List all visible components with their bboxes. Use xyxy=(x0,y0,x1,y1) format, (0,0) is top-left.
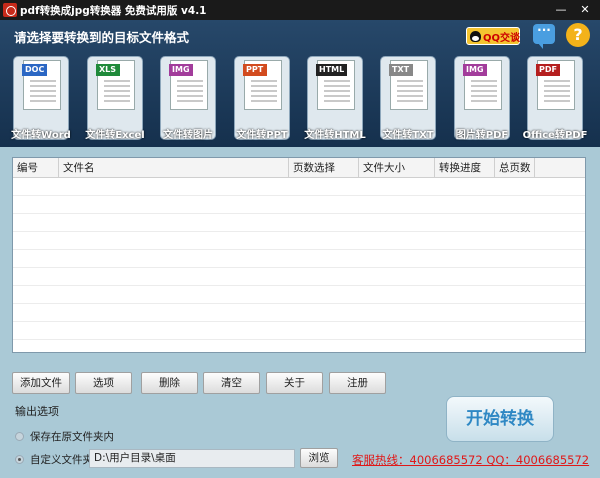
help-icon[interactable]: ? xyxy=(566,23,590,47)
format-tile-word[interactable]: DOC 文件转Word xyxy=(11,56,71,141)
format-tile-ppt[interactable]: PPT 文件转PPT xyxy=(234,56,290,141)
ppt-doc-icon: PPT xyxy=(243,60,282,110)
image-doc-icon: IMG xyxy=(169,60,208,110)
format-tile-image-to-pdf[interactable]: IMG 图片转PDF xyxy=(454,56,510,141)
format-tile-label: 图片转PDF xyxy=(455,130,509,141)
format-tile-label: 文件转PPT xyxy=(236,130,288,141)
start-convert-button[interactable]: 开始转换 xyxy=(446,396,554,442)
format-tile-label: Office转PDF xyxy=(522,130,588,141)
file-list-rows xyxy=(13,178,585,352)
app-logo-icon xyxy=(3,3,17,17)
support-hotline-link[interactable]: 客服热线：4006685572 QQ：4006685572 xyxy=(352,452,589,468)
options-button[interactable]: 选项 xyxy=(75,372,132,394)
register-button[interactable]: 注册 xyxy=(329,372,386,394)
format-heading: 请选择要转换到的目标文件格式 xyxy=(14,30,190,45)
format-tile-label: 文件转Excel xyxy=(85,130,145,141)
title-bar: pdf转换成jpg转换器 免费试用版 v4.1 — ✕ xyxy=(0,0,600,20)
format-tile-txt[interactable]: TXT 文件转TXT xyxy=(380,56,436,141)
clear-button[interactable]: 清空 xyxy=(203,372,260,394)
browse-button[interactable]: 浏览 xyxy=(300,448,338,468)
output-options-label: 输出选项 xyxy=(15,405,59,418)
column-header-total-pages[interactable]: 总页数 xyxy=(495,158,535,178)
column-header-progress[interactable]: 转换进度 xyxy=(435,158,495,178)
pdf-doc-icon: PDF xyxy=(536,60,575,110)
format-tile-label: 文件转图片 xyxy=(163,130,213,141)
qq-chat-button[interactable]: QQ交谈 xyxy=(466,27,520,45)
format-tile-label: 文件转Word xyxy=(11,130,71,141)
format-header: 请选择要转换到的目标文件格式 QQ交谈 ··· ? DOC 文件转Word XL… xyxy=(0,20,600,147)
format-tile-html[interactable]: HTML 文件转HTML xyxy=(304,56,366,141)
about-button[interactable]: 关于 xyxy=(266,372,323,394)
word-doc-icon: DOC xyxy=(22,60,61,110)
column-header-filename[interactable]: 文件名 xyxy=(59,158,289,178)
column-header-file-size[interactable]: 文件大小 xyxy=(359,158,435,178)
window-title: pdf转换成jpg转换器 免费试用版 v4.1 xyxy=(20,5,207,17)
column-header-page-range[interactable]: 页数选择 xyxy=(289,158,359,178)
custom-folder-radio[interactable] xyxy=(15,455,24,464)
save-original-label[interactable]: 保存在原文件夹内 xyxy=(30,429,114,444)
close-button[interactable]: ✕ xyxy=(572,0,598,20)
format-tile-image[interactable]: IMG 文件转图片 xyxy=(160,56,216,141)
format-tile-office-to-pdf[interactable]: PDF Office转PDF xyxy=(523,56,587,141)
custom-folder-label[interactable]: 自定义文件夹 xyxy=(30,452,93,467)
add-file-button[interactable]: 添加文件 xyxy=(12,372,70,394)
format-tile-label: 文件转HTML xyxy=(304,130,366,141)
txt-doc-icon: TXT xyxy=(389,60,428,110)
file-list-header: 编号 文件名 页数选择 文件大小 转换进度 总页数 xyxy=(13,158,585,178)
format-tile-label: 文件转TXT xyxy=(382,130,434,141)
picture-doc-icon: IMG xyxy=(463,60,502,110)
save-original-radio[interactable] xyxy=(15,432,24,441)
chat-bubble-icon[interactable]: ··· xyxy=(533,24,555,49)
excel-doc-icon: XLS xyxy=(96,60,135,110)
column-header-index[interactable]: 编号 xyxy=(13,158,59,178)
html-doc-icon: HTML xyxy=(316,60,355,110)
minimize-button[interactable]: — xyxy=(548,0,574,20)
qq-chat-label: QQ交谈 xyxy=(483,32,521,44)
qq-penguin-icon xyxy=(470,30,481,42)
format-tile-excel[interactable]: XLS 文件转Excel xyxy=(85,56,145,141)
delete-button[interactable]: 删除 xyxy=(141,372,198,394)
file-list[interactable]: 编号 文件名 页数选择 文件大小 转换进度 总页数 xyxy=(12,157,586,353)
output-path-input[interactable]: D:\用户目录\桌面 xyxy=(89,449,295,468)
